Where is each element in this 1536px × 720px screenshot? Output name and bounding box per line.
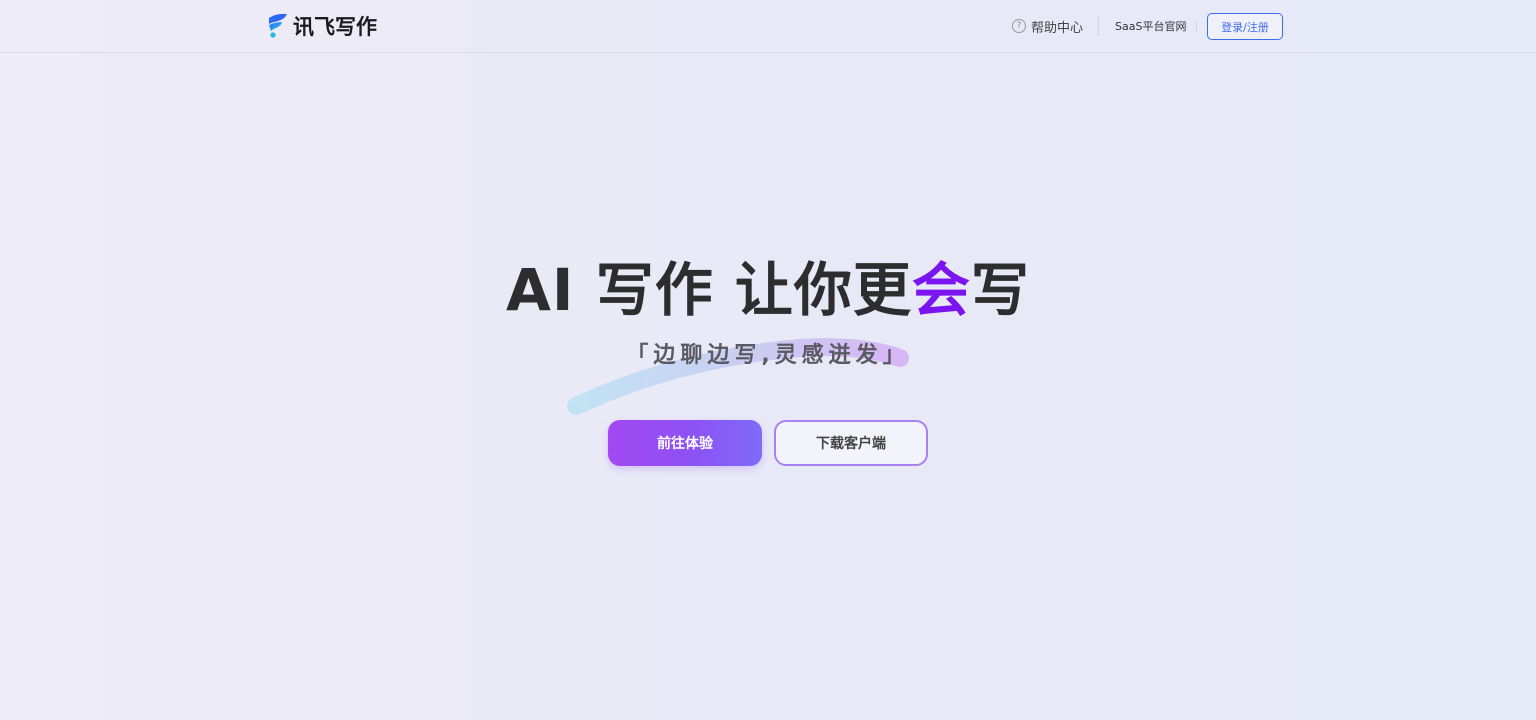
hero-title-prefix: AI 写作 让你更 — [506, 256, 912, 324]
logo-text: 讯飞写作 — [293, 15, 377, 39]
logo[interactable]: 讯飞写作 — [266, 12, 377, 40]
help-center-label: 帮助中心 — [1031, 20, 1084, 36]
hero-title-accent: 会 — [911, 256, 971, 324]
login-register-button[interactable]: 登录/注册 — [1207, 13, 1283, 40]
question-circle-icon: ? — [1012, 19, 1026, 33]
help-center-link[interactable]: ? 帮助中心 — [1012, 17, 1084, 36]
try-now-button[interactable]: 前往体验 — [608, 420, 762, 466]
header-divider — [1098, 16, 1099, 36]
hero-title: AI 写作 让你更会写 — [0, 243, 1536, 327]
iflytek-logo-icon — [266, 12, 290, 40]
saas-platform-link[interactable]: SaaS平台官网 — [1115, 18, 1186, 34]
hero-subtitle: 「边聊边写,灵感迸发」 — [626, 343, 910, 368]
top-header: 讯飞写作 ? 帮助中心 SaaS平台官网 登录/注册 — [0, 0, 1536, 53]
hero-title-suffix: 写 — [970, 256, 1030, 324]
download-client-button[interactable]: 下载客户端 — [774, 420, 928, 466]
header-divider — [1196, 20, 1197, 32]
